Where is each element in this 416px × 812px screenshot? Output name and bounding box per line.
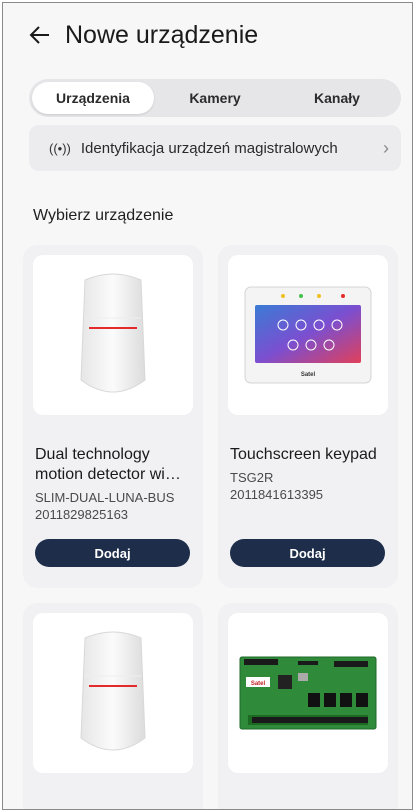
device-image: Satel	[228, 613, 388, 773]
tab-urzadzenia[interactable]: Urządzenia	[32, 82, 154, 114]
chevron-right-icon: ›	[383, 137, 389, 158]
device-image: Satel	[228, 255, 388, 415]
device-serial: 2011829825163	[35, 507, 129, 522]
device-name: Dual technology motion detector wi…	[35, 446, 181, 483]
device-card[interactable]: Satel	[218, 603, 398, 809]
add-device-button[interactable]: Dodaj	[230, 539, 385, 567]
section-title: Wybierz urządzenie	[33, 207, 174, 224]
svg-text:Satel: Satel	[251, 681, 266, 687]
tab-kanaly[interactable]: Kanały	[276, 82, 398, 114]
app-frame: Nowe urządzenie Urządzenia Kamery Kanały…	[2, 2, 413, 810]
bus-identification-button[interactable]: ((•)) Identyfikacja urządzeń magistralow…	[29, 125, 401, 171]
add-device-button[interactable]: Dodaj	[35, 539, 190, 567]
device-model: TSG2R	[230, 470, 274, 485]
device-image	[33, 255, 193, 415]
device-card[interactable]	[23, 603, 203, 809]
touchscreen-keypad-icon: Satel	[244, 286, 372, 384]
arrow-left-icon[interactable]	[29, 24, 51, 46]
device-card[interactable]: Satel Touchscreen keypad TSG2R 201184161…	[218, 245, 398, 588]
bus-identification-label: Identyfikacja urządzeń magistralowych	[80, 139, 338, 157]
device-image	[33, 613, 193, 773]
svg-text:Satel: Satel	[301, 372, 316, 378]
device-name: Touchscreen keypad	[230, 446, 377, 463]
tab-bar: Urządzenia Kamery Kanały	[29, 79, 401, 117]
device-card[interactable]: Dual technology motion detector wi… SLIM…	[23, 245, 203, 588]
page-title: Nowe urządzenie	[65, 20, 259, 49]
motion-detector-icon	[80, 273, 146, 393]
device-serial: 2011841613395	[230, 487, 324, 502]
device-model: SLIM-DUAL-LUNA-BUS	[35, 490, 175, 505]
motion-detector-icon	[80, 631, 146, 751]
broadcast-icon: ((•))	[49, 140, 71, 156]
header: Nowe urządzenie	[3, 3, 412, 67]
tab-kamery[interactable]: Kamery	[154, 82, 276, 114]
circuit-board-icon: Satel	[239, 656, 377, 730]
